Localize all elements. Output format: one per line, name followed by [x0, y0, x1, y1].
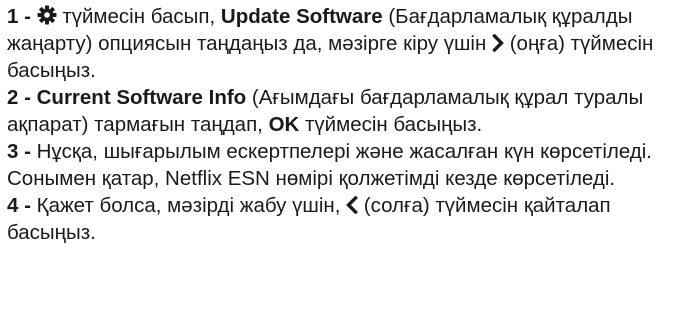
ok-key-label: OK — [268, 113, 300, 136]
option-name: Update Software — [220, 5, 383, 28]
step-text: Нұсқа, шығарылым ескертпелері және жасал… — [7, 140, 652, 190]
step-2: 2 - Current Software Info (Ағымдағы бағд… — [7, 84, 667, 138]
option-name: Current Software Info — [36, 86, 247, 109]
gear-icon — [37, 5, 57, 25]
chevron-right-icon — [492, 34, 504, 52]
step-number: 2 - — [7, 86, 37, 109]
step-3: 3 - Нұсқа, шығарылым ескертпелері және ж… — [7, 138, 667, 192]
step-number: 3 - — [7, 140, 37, 163]
step-1: 1 - түймесін басып, Update Software (Бағ… — [7, 3, 667, 84]
step-text: түймесін басыңыз. — [299, 113, 483, 136]
step-number: 1 - — [7, 5, 37, 28]
step-4: 4 - Қажет болса, мәзірді жабу үшін, (сол… — [7, 192, 667, 246]
instruction-document: 1 - түймесін басып, Update Software (Бағ… — [0, 0, 675, 246]
step-text: түймесін басып, — [56, 5, 221, 28]
chevron-left-icon — [346, 196, 358, 214]
step-text: Қажет болса, мәзірді жабу үшін, — [36, 194, 347, 217]
step-number: 4 - — [7, 194, 37, 217]
